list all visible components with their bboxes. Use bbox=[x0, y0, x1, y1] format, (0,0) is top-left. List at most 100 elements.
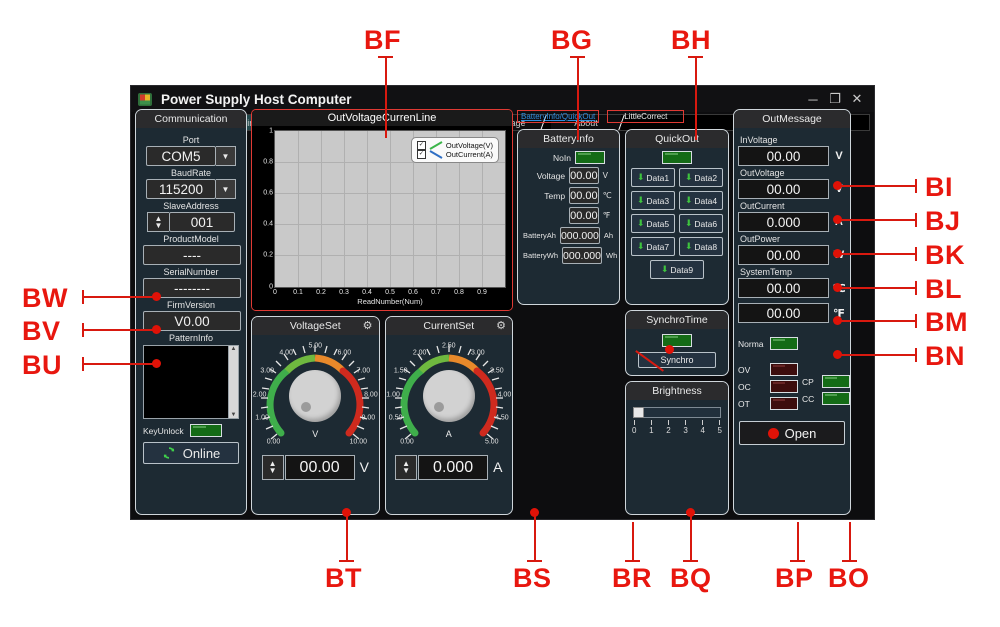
quickout-data7-button[interactable]: ⬇ Data7 bbox=[631, 237, 675, 256]
online-button[interactable]: Online bbox=[143, 442, 239, 464]
download-arrow-icon: ⬇ bbox=[684, 172, 693, 182]
x-tick: 0.8 bbox=[454, 288, 464, 296]
annotation-dot-BM bbox=[833, 316, 842, 325]
row-label: Temp bbox=[544, 190, 566, 201]
legend-checkbox[interactable]: ✓ bbox=[416, 150, 426, 159]
row-value: 0.000 bbox=[738, 212, 829, 232]
currentset-title: CurrentSet ⚙ bbox=[385, 316, 512, 335]
x-tick: 0.3 bbox=[339, 288, 349, 296]
annotation-dot-BN bbox=[833, 350, 842, 359]
current-knob[interactable]: 0.00 0.50 1.00 1.50 2.00 2.50 3.00 3.50 … bbox=[386, 335, 513, 453]
legend-item[interactable]: ✓ OutVoltage(V) bbox=[416, 141, 493, 150]
annotation-leader-BF bbox=[385, 56, 387, 138]
row-value: 00.00 bbox=[738, 179, 829, 199]
scale-label: 4.00 bbox=[497, 391, 512, 399]
button-label: Data8 bbox=[694, 241, 718, 252]
row-unit: Ah bbox=[603, 231, 614, 240]
status-row-ov: OV bbox=[738, 363, 798, 376]
row-value: 00.00 bbox=[569, 187, 599, 204]
close-button[interactable]: ✕ bbox=[846, 91, 868, 107]
download-arrow-icon: ⬇ bbox=[636, 172, 645, 182]
port-select-value[interactable]: COM5 bbox=[146, 146, 216, 166]
littlecorrect-button[interactable]: LittleCorrect bbox=[607, 110, 685, 123]
baudrate-select-value[interactable]: 115200 bbox=[146, 179, 216, 199]
status-row-ot: OT bbox=[738, 397, 798, 410]
gear-icon[interactable]: ⚙ bbox=[496, 319, 506, 332]
chevron-down-icon[interactable]: ▼ bbox=[216, 179, 236, 199]
annotation-BH: BH bbox=[671, 25, 711, 55]
annotation-cap-BP bbox=[790, 560, 805, 562]
quickout-indicator-row bbox=[626, 151, 728, 164]
annotation-leader-BV bbox=[82, 329, 160, 331]
patterninfo-content bbox=[144, 346, 228, 418]
chevron-down-icon[interactable]: ▼ bbox=[216, 146, 236, 166]
quickout-data9-button[interactable]: ⬇ Data9 bbox=[650, 260, 704, 279]
annotation-cap-BF bbox=[378, 56, 393, 58]
knob-body[interactable] bbox=[289, 369, 342, 422]
slaveaddress-input[interactable]: 001 bbox=[169, 212, 235, 232]
knob-body[interactable] bbox=[422, 369, 475, 422]
annotation-BS: BS bbox=[513, 563, 552, 593]
quickout-data3-button[interactable]: ⬇ Data3 bbox=[631, 191, 675, 210]
legend-item[interactable]: ✓ OutCurrent(A) bbox=[416, 150, 493, 159]
row-label: BatteryAh bbox=[523, 231, 556, 240]
minimize-button[interactable]: ─ bbox=[802, 92, 824, 107]
battery-row: Voltage 00.00 V bbox=[518, 167, 619, 184]
row-label: Voltage bbox=[536, 170, 566, 181]
quickout-data9-row: ⬇ Data9 bbox=[626, 260, 728, 279]
power-indicator-icon bbox=[767, 427, 779, 439]
brightness-slider-thumb[interactable] bbox=[633, 407, 644, 418]
annotation-dot-BI bbox=[833, 181, 842, 190]
brightness-tick: 5 bbox=[718, 420, 722, 435]
quickout-data6-button[interactable]: ⬇ Data6 bbox=[679, 214, 723, 233]
quickout-data8-button[interactable]: ⬇ Data8 bbox=[679, 237, 723, 256]
batteryinfo-quickout-link[interactable]: BatteryInfo/QuickOut bbox=[517, 110, 600, 123]
button-label: Data2 bbox=[694, 172, 718, 183]
patterninfo-textarea[interactable]: ▲ ▼ bbox=[143, 345, 239, 419]
scale-label: 3.00 bbox=[260, 367, 274, 375]
voltage-stepper[interactable]: ▲ ▼ bbox=[261, 454, 284, 480]
annotation-dot-BW bbox=[152, 292, 161, 301]
maximize-button[interactable]: ❐ bbox=[824, 91, 846, 107]
annotation-leader-BW bbox=[82, 296, 160, 298]
productmodel-label: ProductModel bbox=[163, 234, 219, 244]
patterninfo-scrollbar[interactable]: ▲ ▼ bbox=[228, 346, 238, 418]
quickout-data5-button[interactable]: ⬇ Data5 bbox=[631, 214, 675, 233]
synchro-button-label: Synchro bbox=[660, 355, 694, 365]
x-tick: 0.9 bbox=[477, 288, 487, 296]
quickout-data4-button[interactable]: ⬇ Data4 bbox=[679, 191, 723, 210]
knob-pointer bbox=[300, 402, 311, 413]
annotation-BV: BV bbox=[22, 316, 61, 346]
annotation-leader-BJ bbox=[838, 219, 916, 221]
annotation-leader-BL bbox=[838, 287, 916, 289]
row-value: 00.00 bbox=[738, 245, 829, 265]
scale-label: 8.00 bbox=[364, 391, 378, 399]
voltage-value-input[interactable]: 00.00 bbox=[284, 454, 355, 480]
app-logo-icon bbox=[137, 91, 154, 108]
annotation-BQ: BQ bbox=[670, 563, 712, 593]
annotation-leader-BN bbox=[838, 354, 916, 356]
open-button[interactable]: Open bbox=[739, 421, 845, 445]
current-value-input[interactable]: 0.000 bbox=[418, 454, 489, 480]
current-stepper[interactable]: ▲ ▼ bbox=[395, 454, 418, 480]
row-label: BatteryWh bbox=[523, 251, 559, 260]
scale-label: 0.00 bbox=[266, 438, 281, 446]
battery-row: BatteryAh 000.000 Ah bbox=[518, 227, 619, 244]
battery-quick-row: BatteryInfo NoIn Voltage 00.00 V Temp 00… bbox=[517, 129, 729, 305]
brightness-slider[interactable] bbox=[633, 407, 721, 418]
row-label: OutPower bbox=[740, 234, 781, 244]
scroll-up-icon: ▲ bbox=[230, 346, 237, 352]
voltage-knob[interactable]: 0.00 1.00 2.00 3.00 4.00 5.00 6.00 7.00 … bbox=[252, 335, 379, 453]
slaveaddress-stepper[interactable]: ▲ ▼ bbox=[147, 212, 169, 232]
annotation-leader-BU bbox=[82, 363, 160, 365]
annotation-dot-BR bbox=[665, 345, 674, 354]
quickout-data2-button[interactable]: ⬇ Data2 bbox=[679, 168, 723, 187]
communication-panel: Communication Port COM5 ▼ BaudRate 11520… bbox=[135, 109, 247, 515]
plot-grid: 0 0.2 0.4 0.6 0.8 1 0 0.1 0.2 0.3 0.4 0.… bbox=[263, 128, 506, 306]
annotation-cap-BU bbox=[82, 357, 84, 371]
legend-checkbox[interactable]: ✓ bbox=[416, 141, 426, 150]
gear-icon[interactable]: ⚙ bbox=[363, 319, 373, 332]
scale-label: 2.00 bbox=[252, 391, 267, 399]
annotation-BM: BM bbox=[925, 307, 968, 337]
quickout-data1-button[interactable]: ⬇ Data1 bbox=[631, 168, 675, 187]
